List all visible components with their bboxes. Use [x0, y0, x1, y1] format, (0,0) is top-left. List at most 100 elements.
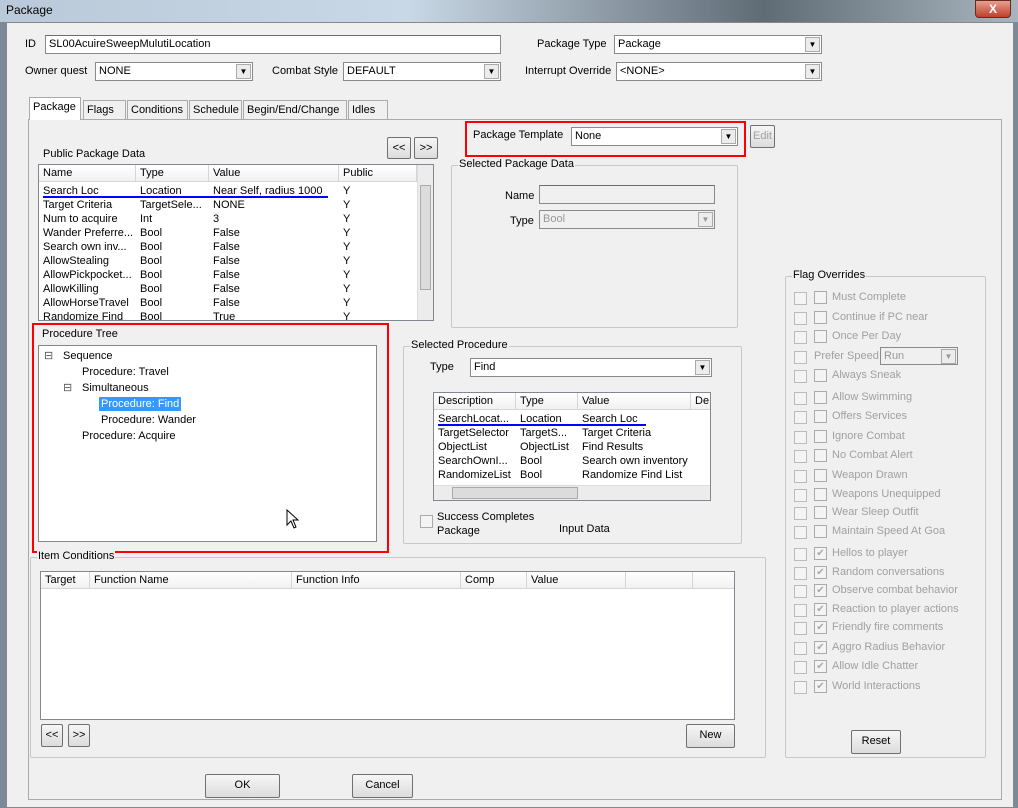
prefer-speed-select[interactable]: Run ▼ [880, 347, 958, 365]
table-cell[interactable]: 3 [209, 212, 339, 226]
edit-button[interactable]: Edit [750, 125, 775, 148]
owner-quest-select[interactable]: NONE ▼ [95, 62, 253, 81]
flag-checkbox[interactable]: ✔ [814, 584, 827, 597]
table-cell[interactable]: TargetSele... [136, 198, 209, 212]
table-cell[interactable]: Bool [136, 268, 209, 282]
table-cell[interactable]: AllowHorseTravel [39, 296, 136, 310]
public-data-next-button[interactable]: >> [414, 137, 438, 159]
ok-button[interactable]: OK [205, 774, 280, 798]
package-type-select[interactable]: Package ▼ [614, 35, 822, 54]
table-cell[interactable]: Y [339, 226, 417, 240]
table-cell[interactable]: Bool [136, 296, 209, 310]
table-cell[interactable]: Search own inv... [39, 240, 136, 254]
column-header[interactable]: Comp [461, 572, 527, 589]
table-cell[interactable]: Target Criteria [578, 426, 691, 440]
table-cell[interactable]: Y [339, 310, 417, 320]
table-cell[interactable]: False [209, 268, 339, 282]
tree-node[interactable]: Procedure: Find [99, 397, 182, 411]
table-cell[interactable]: Y [339, 198, 417, 212]
table-cell[interactable]: Bool [136, 254, 209, 268]
table-cell[interactable]: Randomize Find [39, 310, 136, 320]
override-checkbox[interactable] [794, 351, 807, 364]
column-header[interactable]: Type [516, 393, 578, 410]
table-cell[interactable]: TargetSelector [434, 426, 516, 440]
flag-checkbox[interactable] [814, 369, 827, 382]
table-cell[interactable]: Bool [136, 310, 209, 320]
name-input[interactable] [539, 185, 715, 204]
flag-checkbox[interactable]: ✔ [814, 603, 827, 616]
table-cell[interactable]: Bool [136, 282, 209, 296]
override-checkbox[interactable] [794, 392, 807, 405]
procedure-data-list[interactable]: Description Type Value De SearchLocat... Loca… [433, 392, 711, 501]
table-cell[interactable]: Bool [136, 226, 209, 240]
new-condition-button[interactable]: New [686, 724, 735, 748]
column-header[interactable]: Function Info [292, 572, 461, 589]
column-header[interactable]: Value [527, 572, 626, 589]
table-cell[interactable]: Bool [516, 454, 578, 468]
table-cell[interactable]: Int [136, 212, 209, 226]
table-cell[interactable]: Bool [516, 468, 578, 482]
override-checkbox[interactable] [794, 489, 807, 502]
table-cell[interactable]: TargetS... [516, 426, 578, 440]
conditions-next-button[interactable]: >> [68, 724, 90, 747]
tab-conditions[interactable]: Conditions [127, 100, 188, 120]
override-checkbox[interactable] [794, 548, 807, 561]
flag-checkbox[interactable] [814, 311, 827, 324]
column-header[interactable]: Public [339, 165, 417, 182]
column-header[interactable]: Type [136, 165, 209, 182]
tree-node[interactable]: Procedure: Travel [80, 365, 171, 379]
table-cell[interactable]: Randomize Find List [578, 468, 691, 482]
override-checkbox[interactable] [794, 312, 807, 325]
table-cell[interactable]: Y [339, 254, 417, 268]
tab-idles[interactable]: Idles [348, 100, 388, 120]
tab-schedule[interactable]: Schedule [189, 100, 242, 120]
flag-checkbox[interactable] [814, 506, 827, 519]
column-header[interactable]: Value [209, 165, 339, 182]
combat-style-select[interactable]: DEFAULT ▼ [343, 62, 501, 81]
public-package-data-list[interactable]: Name Type Value Public Search Loc Location Nea… [38, 164, 434, 321]
interrupt-override-select[interactable]: <NONE> ▼ [616, 62, 822, 81]
flag-checkbox[interactable] [814, 430, 827, 443]
flag-checkbox[interactable] [814, 330, 827, 343]
flag-checkbox[interactable]: ✔ [814, 680, 827, 693]
table-cell[interactable]: False [209, 296, 339, 310]
scrollbar-thumb[interactable] [420, 185, 431, 290]
table-cell[interactable]: Y [339, 184, 417, 198]
table-cell[interactable]: Y [339, 240, 417, 254]
type-select[interactable]: Bool ▼ [539, 210, 715, 229]
column-header[interactable]: De [691, 393, 710, 410]
flag-checkbox[interactable] [814, 449, 827, 462]
column-header[interactable]: Name [39, 165, 136, 182]
table-cell[interactable]: False [209, 254, 339, 268]
flag-checkbox[interactable] [814, 410, 827, 423]
table-cell[interactable]: Target Criteria [39, 198, 136, 212]
flag-checkbox[interactable] [814, 291, 827, 304]
flag-checkbox[interactable]: ✔ [814, 660, 827, 673]
override-checkbox[interactable] [794, 470, 807, 483]
table-cell[interactable]: Bool [136, 240, 209, 254]
override-checkbox[interactable] [794, 450, 807, 463]
table-cell[interactable]: Find Results [578, 440, 691, 454]
procedure-tree[interactable]: ⊟ Sequence Procedure: Travel ⊟ Simultaneous P… [38, 345, 377, 542]
procedure-type-select[interactable]: Find ▼ [470, 358, 712, 377]
column-header[interactable]: Description [434, 393, 516, 410]
tree-node[interactable]: Procedure: Wander [99, 413, 198, 427]
column-header[interactable]: Function Name [90, 572, 292, 589]
override-checkbox[interactable] [794, 370, 807, 383]
cancel-button[interactable]: Cancel [352, 774, 413, 798]
table-cell[interactable]: Y [339, 282, 417, 296]
flag-checkbox[interactable]: ✔ [814, 566, 827, 579]
reset-button[interactable]: Reset [851, 730, 901, 754]
flag-checkbox[interactable] [814, 391, 827, 404]
table-cell[interactable]: False [209, 226, 339, 240]
override-checkbox[interactable] [794, 567, 807, 580]
success-completes-checkbox[interactable] [420, 515, 433, 528]
column-header[interactable]: Target [41, 572, 90, 589]
override-checkbox[interactable] [794, 642, 807, 655]
flag-checkbox[interactable] [814, 525, 827, 538]
column-header[interactable]: Value [578, 393, 691, 410]
flag-checkbox[interactable]: ✔ [814, 547, 827, 560]
override-checkbox[interactable] [794, 292, 807, 305]
id-input[interactable]: SL00AcuireSweepMulutiLocation [45, 35, 501, 54]
table-cell[interactable]: NONE [209, 198, 339, 212]
